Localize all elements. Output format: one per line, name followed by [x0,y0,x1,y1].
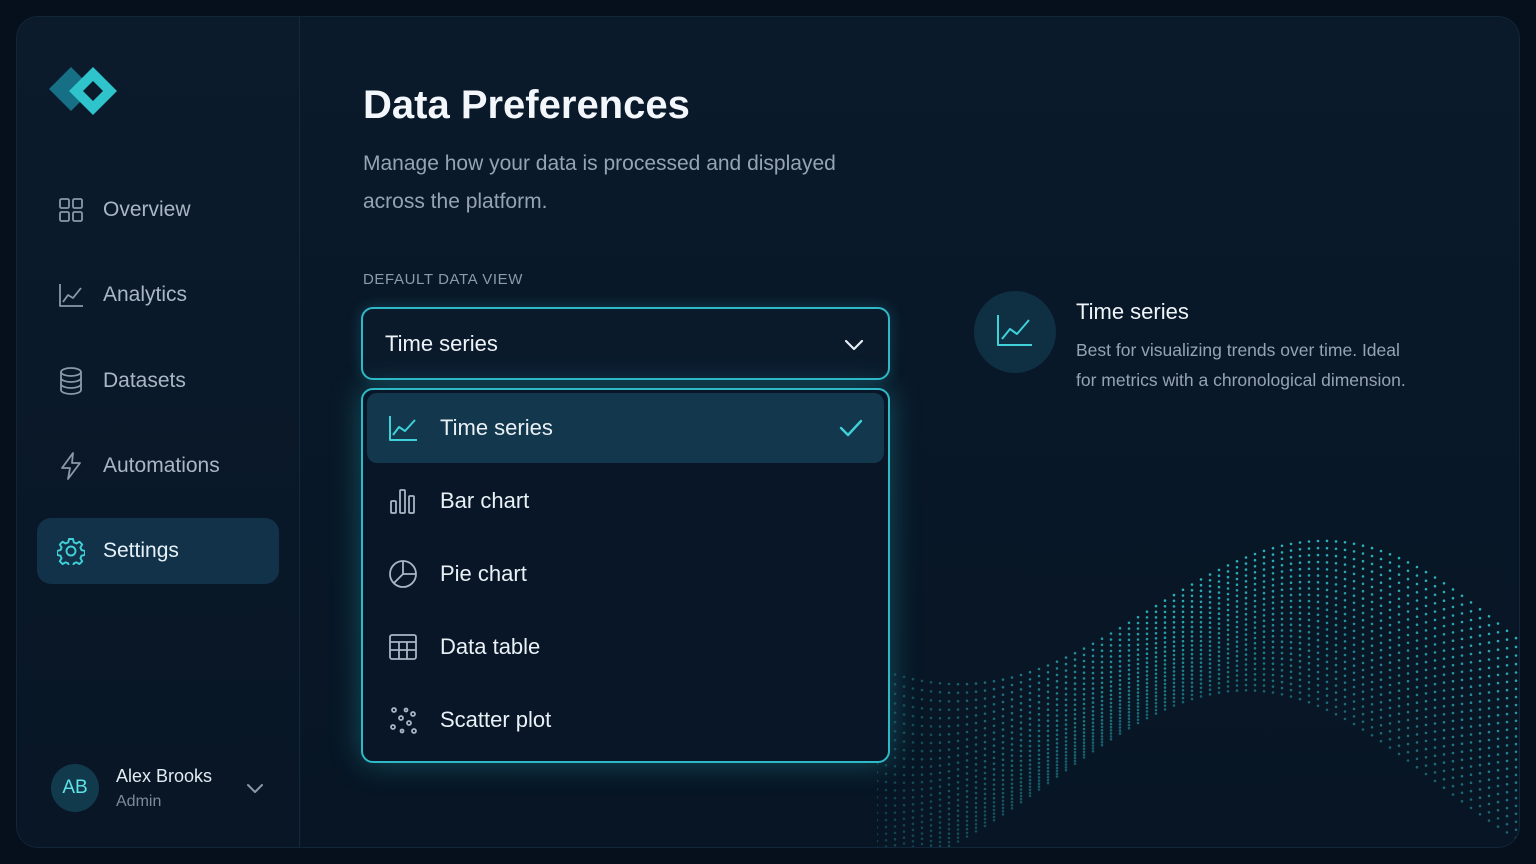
dropdown-menu: Time series Bar chart Pie chart Data tab… [361,388,890,763]
option-label: Scatter plot [440,707,552,732]
section-label: DEFAULT DATA VIEW [363,271,523,288]
app-window: Overview Analytics Datasets Automations … [16,16,1520,848]
dotted-wave-decoration [877,539,1518,847]
option-label: Data table [440,634,541,659]
checkmark-icon [838,416,864,440]
scatter-icon [388,705,418,735]
page-description: Manage how your data is processed and di… [363,152,836,213]
sidebar-item-settings[interactable]: Settings [37,518,279,584]
option-bar-chart[interactable]: Bar chart [367,466,884,536]
avatar: AB [51,764,99,812]
user-name: Alex Brooks [116,765,213,786]
option-label: Pie chart [440,561,527,586]
default-data-view-select[interactable]: Time series [361,307,890,380]
sidebar: Overview Analytics Datasets Automations … [17,17,300,847]
sidebar-item-label: Analytics [103,283,188,306]
pie-chart-icon [388,559,418,589]
database-icon [57,367,85,395]
info-description: Best for visualizing trends over time. I… [1076,340,1406,390]
lightning-icon [57,452,85,480]
option-data-table[interactable]: Data table [367,612,884,682]
sidebar-item-label: Datasets [103,369,186,392]
option-time-series[interactable]: Time series [367,393,884,463]
sidebar-item-automations[interactable]: Automations [37,433,279,499]
page-title: Data Preferences [363,83,690,127]
option-label: Bar chart [440,488,530,513]
user-menu[interactable]: AB Alex Brooks Admin [51,760,271,816]
chevron-down-icon [842,333,866,357]
line-chart-icon [996,313,1034,352]
diamond-logo-icon[interactable] [49,65,121,123]
option-scatter-plot[interactable]: Scatter plot [367,685,884,755]
option-label: Time series [440,415,553,440]
gear-icon [57,537,85,565]
option-pie-chart[interactable]: Pie chart [367,539,884,609]
sidebar-item-label: Automations [103,454,220,477]
sidebar-item-label: Settings [103,539,179,562]
line-chart-icon [388,413,418,443]
user-role: Admin [116,792,162,810]
sidebar-item-datasets[interactable]: Datasets [37,348,279,414]
bar-chart-icon [388,486,418,516]
info-title: Time series [1076,299,1189,324]
sidebar-item-label: Overview [103,198,191,221]
sidebar-item-analytics[interactable]: Analytics [37,262,279,328]
table-icon [388,632,418,662]
line-chart-icon [57,281,85,309]
chevron-down-icon[interactable] [243,776,267,800]
sidebar-item-overview[interactable]: Overview [37,177,279,243]
grid-icon [57,196,85,224]
select-value: Time series [385,330,498,356]
info-icon-badge [974,291,1056,373]
